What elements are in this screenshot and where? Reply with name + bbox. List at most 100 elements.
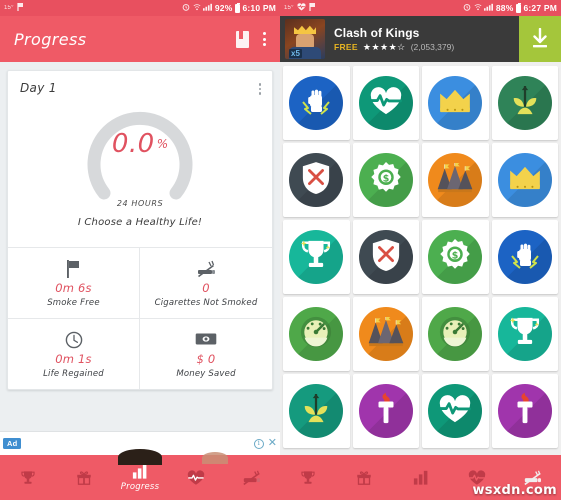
svg-text:$: $: [382, 173, 389, 184]
ad-title: Clash of Kings: [334, 25, 420, 40]
gauge-icon-glyph: [299, 315, 333, 354]
battery-icon: [515, 2, 521, 13]
fist-icon: [497, 230, 552, 284]
ad-text-block: Clash of Kings FREE ★★★★☆ (2,053,379): [325, 26, 519, 53]
page-title: Progress: [14, 29, 87, 49]
stat-label: Smoke Free: [47, 298, 100, 308]
nav-item-trophy[interactable]: [280, 455, 336, 500]
left-phone: 15° 92% 6:10 PM Progress Day 1 0.0 % 24 …: [0, 0, 280, 500]
badge-tile[interactable]: [422, 66, 489, 140]
card-overflow-icon[interactable]: [258, 83, 261, 95]
badge-tile[interactable]: [283, 297, 350, 371]
status-right-group: 92% 6:10 PM: [182, 2, 276, 13]
gift-icon: [356, 469, 372, 486]
ad-controls: i ✕: [253, 438, 277, 449]
download-icon[interactable]: [519, 16, 561, 62]
progress-card-header: Day 1 0.0 % 24 HOURS I Choose a Healthy …: [8, 71, 272, 247]
progress-card: Day 1 0.0 % 24 HOURS I Choose a Healthy …: [7, 70, 273, 390]
nav-item-gift[interactable]: [336, 455, 392, 500]
plant-icon-glyph: [509, 84, 541, 123]
info-icon[interactable]: i: [253, 438, 264, 449]
nav-item-progress[interactable]: [392, 455, 448, 500]
ad-banner[interactable]: x5 Clash of Kings FREE ★★★★☆ (2,053,379): [280, 16, 561, 62]
crown-icon-glyph: [438, 88, 472, 119]
badge-tile[interactable]: [422, 143, 489, 217]
app-bar-actions: [236, 30, 266, 48]
book-icon[interactable]: [236, 30, 249, 48]
stat-smoke-free[interactable]: 0m 6s Smoke Free: [8, 248, 140, 318]
money-icon: [195, 330, 217, 349]
alarm-icon: [182, 3, 190, 13]
stat-label: Money Saved: [176, 369, 236, 379]
nav-item-gift[interactable]: [56, 455, 112, 500]
shield-x-icon: [289, 153, 344, 207]
badge-tile[interactable]: $: [352, 143, 419, 217]
plant-icon: [289, 384, 344, 438]
badge-tile[interactable]: [491, 297, 558, 371]
badge-tile[interactable]: [352, 374, 419, 448]
gauge-center: 0.0 %: [71, 89, 209, 205]
badge-tile[interactable]: [352, 220, 419, 294]
gear-dollar-icon: $: [358, 153, 413, 207]
clock-time: 6:10 PM: [242, 3, 276, 13]
watermark: wsxdn.com: [472, 483, 557, 498]
trophy-icon: [300, 469, 316, 486]
ad-star-rating: ★★★★☆: [362, 41, 406, 52]
alarm-icon: [463, 3, 471, 13]
battery-percent: 88%: [495, 3, 514, 13]
heartbeat-icon: [358, 76, 413, 130]
left-status-bar: 15° 92% 6:10 PM: [0, 0, 280, 16]
ad-price: FREE: [334, 42, 358, 52]
badge-tile[interactable]: [422, 374, 489, 448]
stat-money-saved[interactable]: $ 0 Money Saved: [140, 318, 272, 389]
temperature-label: 15°: [284, 5, 294, 11]
mountains-icon: [358, 307, 413, 361]
shield-x-icon-glyph: [371, 238, 401, 277]
percent-value: 0.0: [111, 129, 155, 159]
nav-item-trophy[interactable]: [0, 455, 56, 500]
clock-time: 6:27 PM: [523, 3, 557, 13]
badge-tile[interactable]: [491, 66, 558, 140]
mountains-icon-glyph: [437, 161, 473, 198]
badge-tile[interactable]: [283, 66, 350, 140]
mountains-icon: [428, 153, 483, 207]
badge-tile[interactable]: [283, 143, 350, 217]
badge-tile[interactable]: [491, 220, 558, 294]
ad-bar[interactable]: Ad i ✕: [0, 431, 280, 465]
crown-shape: [294, 25, 316, 34]
overflow-menu-icon[interactable]: [263, 32, 266, 46]
status-left-group: 15°: [4, 3, 24, 13]
gift-icon: [76, 469, 92, 486]
badge-grid-area: $ $: [280, 62, 561, 490]
badge-tile[interactable]: [283, 374, 350, 448]
badge-tile[interactable]: [352, 66, 419, 140]
nav-item-distraction[interactable]: [224, 455, 280, 500]
no-cigarette-icon: [196, 259, 217, 278]
fist-icon-glyph: [299, 84, 333, 123]
stat-life-regained[interactable]: 0m 1s Life Regained: [8, 318, 140, 389]
torch-icon-glyph: [510, 392, 540, 431]
ad-label: Ad: [3, 438, 22, 449]
stat-value: $ 0: [196, 352, 216, 366]
torch-icon: [497, 384, 552, 438]
badge-tile[interactable]: $: [422, 220, 489, 294]
stat-cigarettes-not-smoked[interactable]: 0 Cigarettes Not Smoked: [140, 248, 272, 318]
flag-icon: [309, 3, 316, 13]
badge-tile[interactable]: [352, 297, 419, 371]
battery-percent: 92%: [214, 3, 233, 13]
gear-dollar-icon-glyph: $: [369, 161, 403, 200]
signal-icon: [203, 3, 213, 13]
flag-icon: [17, 3, 24, 13]
badge-tile[interactable]: [283, 220, 350, 294]
badge-tile[interactable]: [422, 297, 489, 371]
badge-tile[interactable]: [491, 143, 558, 217]
progress-gauge: 0.0 %: [71, 89, 209, 205]
app-bar: Progress: [0, 16, 280, 62]
trophy-icon-glyph: [300, 238, 332, 277]
torch-icon: [358, 384, 413, 438]
stat-label: Life Regained: [43, 369, 104, 379]
clock-icon: [65, 330, 83, 349]
close-icon[interactable]: ✕: [268, 438, 277, 449]
no-smoking-icon: [242, 469, 262, 486]
badge-tile[interactable]: [491, 374, 558, 448]
